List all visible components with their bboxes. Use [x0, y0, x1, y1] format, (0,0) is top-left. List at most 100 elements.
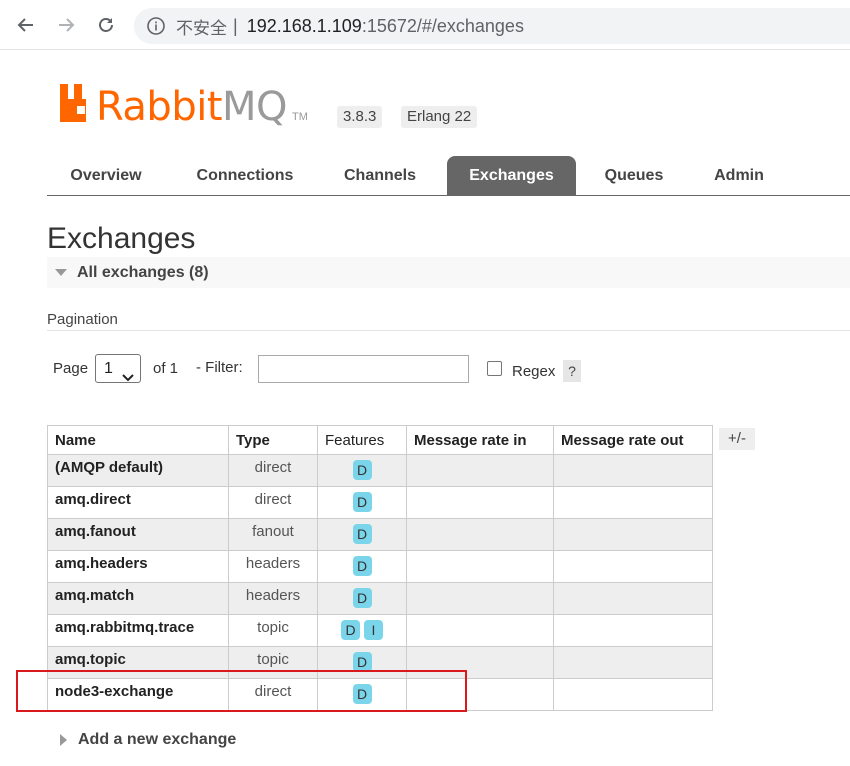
- column-header-features: Features: [317, 425, 407, 455]
- rate-out-cell: [553, 454, 713, 487]
- rate-in-cell: [406, 454, 554, 487]
- add-new-exchange-toggle[interactable]: Add a new exchange: [60, 731, 236, 749]
- durable-badge: D: [341, 620, 360, 640]
- durable-badge: D: [352, 524, 372, 544]
- column-header-rate-out[interactable]: Message rate out: [553, 425, 713, 455]
- info-icon[interactable]: [146, 16, 166, 36]
- rabbitmq-logo: Rabbit MQ TM: [60, 83, 308, 127]
- filter-input[interactable]: [258, 355, 469, 383]
- pagination-divider: [47, 330, 850, 331]
- column-header-type[interactable]: Type: [228, 425, 318, 455]
- rate-out-cell: [553, 582, 713, 615]
- regex-checkbox[interactable]: [487, 361, 502, 376]
- highlight-annotation-box: [16, 670, 467, 712]
- exchange-type: headers: [228, 550, 318, 583]
- reload-icon: [97, 16, 115, 34]
- rate-in-cell: [406, 614, 554, 647]
- browser-toolbar: 不安全 | 192.168.1.109 :15672/#/exchanges: [0, 0, 850, 50]
- durable-badge: D: [352, 556, 372, 576]
- table-row: amq.rabbitmq.trace topic DI: [47, 614, 713, 647]
- page-select[interactable]: 1: [95, 354, 141, 383]
- all-exchanges-toggle[interactable]: All exchanges (8): [47, 257, 850, 288]
- table-row: amq.direct direct D: [47, 486, 713, 519]
- tab-exchanges[interactable]: Exchanges: [447, 156, 576, 195]
- rate-out-cell: [553, 518, 713, 551]
- rabbit-logo-icon: [60, 84, 94, 127]
- table-row: amq.match headers D: [47, 582, 713, 615]
- add-new-exchange-label: Add a new exchange: [78, 731, 237, 748]
- tab-channels[interactable]: Channels: [330, 156, 430, 195]
- back-arrow-icon: [17, 16, 35, 34]
- page-label: Page: [53, 360, 89, 377]
- page-count-label: of 1: [153, 360, 179, 377]
- exchange-type: fanout: [228, 518, 318, 551]
- exchange-type: direct: [228, 454, 318, 487]
- toggle-columns-button[interactable]: +/-: [719, 428, 755, 450]
- collapse-triangle-icon: [55, 269, 67, 276]
- chevron-down-icon: [122, 364, 134, 391]
- url-separator: |: [233, 15, 238, 36]
- durable-badge: D: [352, 652, 372, 672]
- tab-connections[interactable]: Connections: [182, 156, 308, 195]
- exchange-name-link[interactable]: amq.fanout: [47, 518, 229, 551]
- rate-out-cell: [553, 646, 713, 679]
- rate-out-cell: [553, 614, 713, 647]
- section-title: All exchanges (8): [77, 263, 209, 281]
- url-path: :15672/#/exchanges: [361, 15, 524, 36]
- rate-in-cell: [406, 486, 554, 519]
- page-select-value: 1: [104, 360, 113, 377]
- column-header-name[interactable]: Name: [47, 425, 229, 455]
- rate-out-cell: [553, 486, 713, 519]
- filter-label: - Filter:: [196, 359, 243, 376]
- rabbitmq-version-badge: 3.8.3: [337, 106, 383, 128]
- reload-button[interactable]: [92, 11, 120, 39]
- forward-arrow-icon: [57, 16, 75, 34]
- forward-button[interactable]: [52, 11, 80, 39]
- rate-out-cell: [553, 550, 713, 583]
- tab-admin[interactable]: Admin: [703, 156, 775, 195]
- table-header-row: Name Type Features Message rate in Messa…: [47, 425, 713, 455]
- exchange-name-link[interactable]: amq.headers: [47, 550, 229, 583]
- exchange-name-link[interactable]: amq.rabbitmq.trace: [47, 614, 229, 647]
- tab-queues[interactable]: Queues: [593, 156, 675, 195]
- rate-in-cell: [406, 582, 554, 615]
- exchange-name-link[interactable]: (AMQP default): [47, 454, 229, 487]
- column-header-rate-in[interactable]: Message rate in: [406, 425, 554, 455]
- table-row: amq.headers headers D: [47, 550, 713, 583]
- features-cell: D: [317, 582, 407, 615]
- features-cell: DI: [317, 614, 407, 647]
- table-row: amq.fanout fanout D: [47, 518, 713, 551]
- rate-in-cell: [406, 518, 554, 551]
- table-row: (AMQP default) direct D: [47, 454, 713, 487]
- exchange-name-link[interactable]: amq.match: [47, 582, 229, 615]
- exchange-type: headers: [228, 582, 318, 615]
- logo-mq-text: MQ: [222, 84, 288, 130]
- logo-trademark: TM: [292, 111, 308, 123]
- exchange-type: direct: [228, 486, 318, 519]
- durable-badge: D: [352, 460, 372, 480]
- address-bar[interactable]: 不安全 | 192.168.1.109 :15672/#/exchanges: [134, 8, 850, 44]
- features-cell: D: [317, 550, 407, 583]
- regex-label: Regex: [512, 363, 556, 380]
- rate-in-cell: [406, 550, 554, 583]
- main-tabs: Overview Connections Channels Exchanges …: [47, 156, 850, 196]
- exchanges-table: Name Type Features Message rate in Messa…: [47, 425, 713, 711]
- erlang-version-badge: Erlang 22: [401, 106, 478, 128]
- back-button[interactable]: [12, 11, 40, 39]
- rate-out-cell: [553, 678, 713, 711]
- expand-triangle-icon: [60, 734, 67, 746]
- exchange-name-link[interactable]: amq.direct: [47, 486, 229, 519]
- pagination-label: Pagination: [47, 311, 118, 328]
- durable-badge: D: [352, 588, 372, 608]
- tab-overview[interactable]: Overview: [53, 156, 159, 195]
- durable-badge: D: [352, 492, 372, 512]
- url-host: 192.168.1.109: [246, 15, 362, 36]
- page-title: Exchanges: [47, 222, 196, 255]
- features-cell: D: [317, 518, 407, 551]
- regex-help-button[interactable]: ?: [563, 360, 581, 382]
- security-label: 不安全: [176, 18, 227, 38]
- exchange-type: topic: [228, 614, 318, 647]
- features-cell: D: [317, 486, 407, 519]
- internal-badge: I: [364, 620, 383, 640]
- features-cell: D: [317, 454, 407, 487]
